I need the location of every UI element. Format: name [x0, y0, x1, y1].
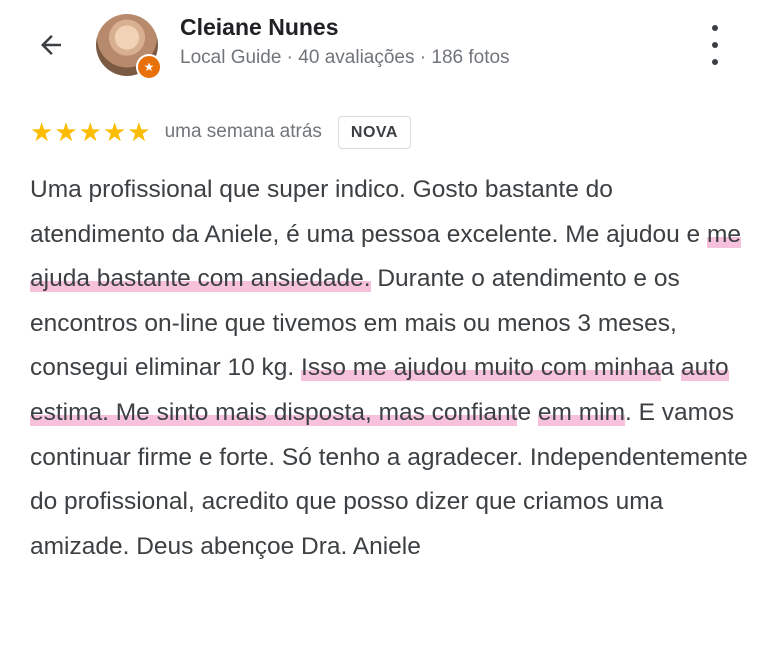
star-icon: ★	[54, 117, 78, 147]
more-vert-icon	[712, 59, 718, 65]
star-icon: ★	[102, 117, 127, 147]
reviewer-stats: Local Guide · 40 avaliações · 186 fotos	[180, 47, 510, 69]
local-guide-star-icon: ★	[136, 54, 162, 80]
review-text-segment: Uma profissional que super indico. Gosto…	[30, 176, 707, 248]
more-options-button[interactable]	[700, 25, 730, 65]
review-text-segment: a	[660, 354, 681, 382]
reviewer-avatar[interactable]: ★	[96, 14, 162, 80]
new-badge: NOVA	[337, 115, 411, 149]
star-icon: ★	[78, 117, 102, 147]
review-text: Uma profissional que super indico. Gosto…	[30, 168, 750, 569]
more-vert-icon	[712, 42, 718, 48]
review-meta: ★ ★ ★ ★ ★ uma semana atrás NOVA	[30, 112, 411, 152]
highlighted-text: em mim	[537, 398, 626, 426]
star-rating: ★ ★ ★ ★ ★	[30, 119, 151, 145]
reviewer-level: Local Guide	[180, 47, 282, 68]
star-icon: ★	[127, 117, 151, 147]
reviewer-photo-count: 186 fotos	[431, 47, 510, 68]
review-text-segment: e	[517, 398, 538, 426]
back-button[interactable]	[28, 22, 74, 68]
reviewer-review-count: 40 avaliações	[298, 47, 415, 68]
separator: ·	[281, 47, 299, 68]
review-time: uma semana atrás	[164, 121, 322, 142]
star-icon: ★	[30, 117, 54, 147]
more-vert-icon	[712, 25, 718, 31]
review-header: ★ Cleiane Nunes Local Guide · 40 avaliaç…	[0, 0, 768, 100]
highlighted-text: Isso me ajudou muito com minha	[301, 354, 661, 382]
separator: ·	[414, 47, 432, 68]
reviewer-name[interactable]: Cleiane Nunes	[180, 14, 339, 41]
arrow-back-icon	[41, 35, 61, 55]
